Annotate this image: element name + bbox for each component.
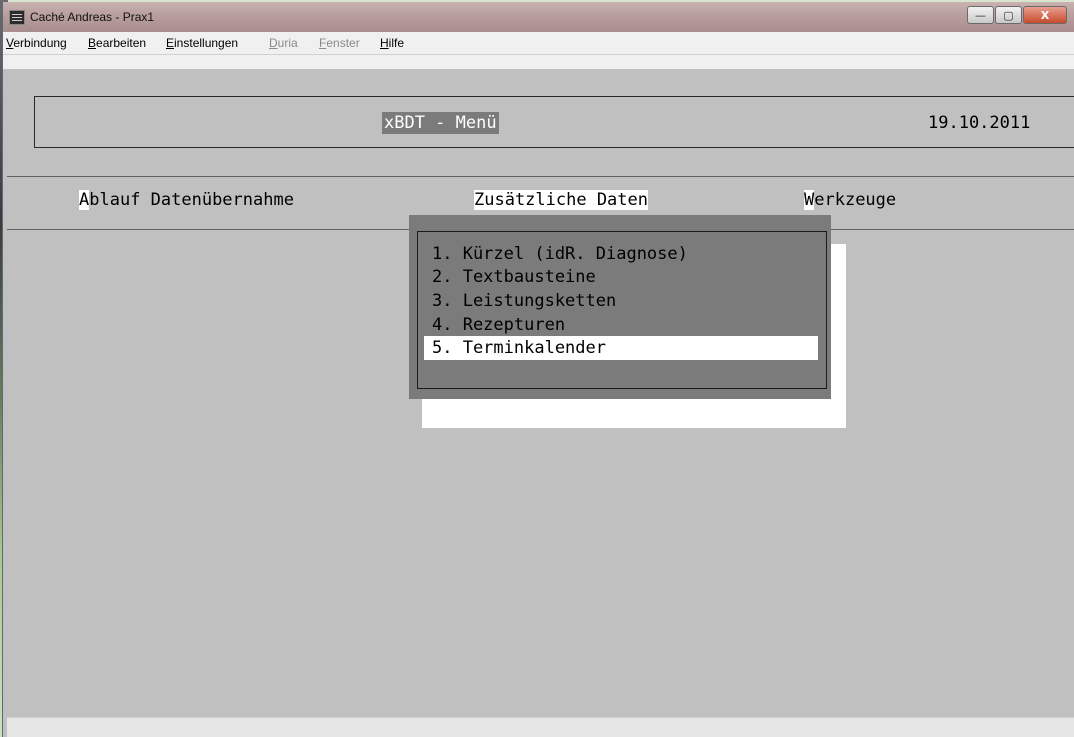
- menu-label: enster: [326, 36, 360, 50]
- menu-ablauf-datenuebernahme[interactable]: Ablauf Datenübernahme: [79, 189, 294, 211]
- maximize-icon: ▢: [1003, 8, 1014, 22]
- menu-label: uria: [277, 36, 298, 50]
- screen-header-box: xBDT - Menü 19.10.2011: [34, 96, 1074, 148]
- toolbar-strip: [3, 55, 1074, 69]
- status-bar: [7, 717, 1074, 737]
- menu-werkzeuge[interactable]: Werkzeuge: [804, 189, 896, 211]
- menu-label: instellungen: [174, 36, 239, 50]
- minimize-button[interactable]: —: [967, 6, 994, 24]
- menu-label: ilfe: [388, 36, 405, 50]
- menu-hotkey: A: [79, 190, 90, 210]
- menu-einstellungen[interactable]: Einstellungen: [166, 36, 238, 50]
- close-button[interactable]: X: [1023, 6, 1067, 24]
- close-icon: X: [1040, 8, 1050, 22]
- menu-label: Zusätzliche Daten: [474, 190, 648, 210]
- window-title: Caché Andreas - Prax1: [30, 10, 155, 24]
- dropdown-item-terminkalender[interactable]: 5. Terminkalender: [424, 336, 818, 360]
- menu-label: erkzeuge: [814, 190, 897, 210]
- dropdown-item-kuerzel[interactable]: 1. Kürzel (idR. Diagnose): [424, 242, 818, 266]
- menu-zusaetzliche-daten[interactable]: Zusätzliche Daten: [474, 189, 648, 211]
- screen-title: xBDT - Menü: [382, 112, 499, 134]
- menu-hotkey: H: [380, 36, 389, 50]
- menu-bearbeiten[interactable]: Bearbeiten: [88, 36, 146, 50]
- menu-bar: Verbindung Bearbeiten Einstellungen Duri…: [3, 32, 1074, 55]
- menu-label: blauf Datenübernahme: [89, 190, 294, 210]
- title-bar[interactable]: Caché Andreas - Prax1 — ▢ X: [3, 2, 1074, 32]
- menu-hotkey: B: [88, 36, 97, 50]
- dropdown-item-rezepturen[interactable]: 4. Rezepturen: [424, 314, 818, 336]
- terminal-screen[interactable]: xBDT - Menü 19.10.2011 Ablauf Datenübern…: [7, 69, 1074, 717]
- menu-hilfe[interactable]: Hilfe: [380, 36, 404, 50]
- dropdown-frame: 1. Kürzel (idR. Diagnose) 2. Textbaustei…: [417, 231, 827, 389]
- menu-fenster[interactable]: Fenster: [319, 36, 360, 50]
- screen-date: 19.10.2011: [928, 113, 1031, 133]
- menu-hotkey: D: [269, 36, 278, 50]
- dropdown-item-leistungsketten[interactable]: 3. Leistungsketten: [424, 288, 818, 314]
- menu-label: earbeiten: [96, 36, 147, 50]
- dropdown-item-textbausteine[interactable]: 2. Textbausteine: [424, 266, 818, 288]
- menu-hotkey: E: [166, 36, 175, 50]
- maximize-button[interactable]: ▢: [995, 6, 1022, 24]
- minimize-icon: —: [975, 8, 986, 22]
- menu-hotkey: W: [804, 190, 815, 210]
- app-window: Caché Andreas - Prax1 — ▢ X Verbindung B…: [2, 2, 1074, 737]
- dropdown-menu: 1. Kürzel (idR. Diagnose) 2. Textbaustei…: [409, 215, 831, 399]
- menu-duria[interactable]: Duria: [269, 36, 298, 50]
- menu-verbindung[interactable]: Verbindung: [6, 36, 67, 50]
- divider-top: [7, 176, 1074, 177]
- terminal-app-icon[interactable]: [9, 10, 25, 25]
- menu-label: erbindung: [13, 36, 67, 50]
- window-controls: — ▢ X: [966, 6, 1067, 26]
